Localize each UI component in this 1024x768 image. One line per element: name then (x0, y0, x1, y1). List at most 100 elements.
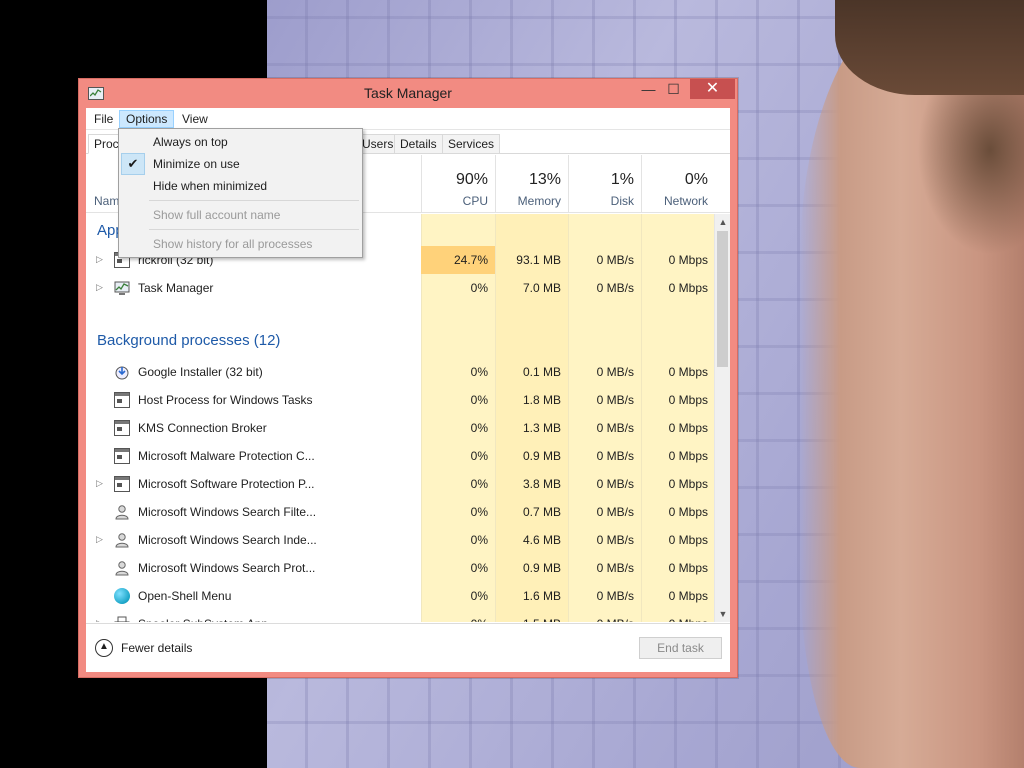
cpu-total-percent: 90% (455, 171, 488, 188)
fewer-details-link[interactable]: Fewer details (121, 641, 192, 655)
network-total-percent: 0% (684, 171, 708, 188)
column-network-header[interactable]: 0% Network (641, 155, 715, 213)
scroll-down-arrow-icon[interactable]: ▼ (715, 606, 731, 622)
menu-view[interactable]: View (176, 110, 214, 128)
menu-item-always-on-top[interactable]: Always on top (119, 131, 362, 153)
window-icon (114, 476, 130, 492)
process-network: 0 Mbps (668, 253, 708, 267)
column-name-header[interactable]: Nam (94, 194, 119, 208)
process-disk: 0 MB/s (596, 477, 634, 491)
process-memory: 3.8 MB (522, 477, 561, 491)
menu-bar: File Options View (86, 108, 730, 130)
process-row[interactable]: Open-Shell Menu 0% 1.6 MB 0 MB/s 0 Mbps (86, 582, 714, 610)
process-network: 0 Mbps (668, 281, 708, 295)
process-memory: 7.0 MB (522, 281, 561, 295)
process-disk: 0 MB/s (596, 393, 634, 407)
process-row[interactable]: ▷ Task Manager 0% 7.0 MB 0 MB/s 0 Mbps (86, 274, 714, 302)
process-cpu: 0% (470, 533, 488, 547)
process-memory: 93.1 MB (516, 253, 561, 267)
process-cpu: 0% (470, 561, 488, 575)
process-name: Microsoft Windows Search Inde... (138, 533, 317, 547)
scroll-up-arrow-icon[interactable]: ▲ (715, 214, 731, 230)
process-row[interactable]: ▷ Microsoft Windows Search Inde... 0% 4.6 M… (86, 526, 714, 554)
expand-arrow-icon[interactable]: ▷ (96, 254, 103, 265)
process-disk: 0 MB/s (596, 421, 634, 435)
process-cpu: 0% (470, 365, 488, 379)
process-name: Task Manager (138, 281, 214, 295)
disk-total-percent: 1% (610, 171, 634, 188)
process-row[interactable]: ▷ Spooler SubSystem App 0% 1.5 MB 0 MB/s 0 Mb… (86, 610, 714, 622)
menu-item-show-history: Show history for all processes (153, 237, 313, 251)
menu-item-minimize-on-use[interactable]: Minimize on use (119, 153, 362, 175)
process-network: 0 Mbps (668, 421, 708, 435)
user-icon (114, 504, 130, 520)
process-name: Open-Shell Menu (138, 589, 232, 603)
expand-arrow-icon[interactable]: ▷ (96, 282, 103, 293)
process-network: 0 Mbps (641, 617, 708, 622)
process-disk: 0 MB/s (596, 561, 634, 575)
expand-arrow-icon[interactable]: ▷ (96, 534, 103, 545)
close-button[interactable]: ✕ (690, 79, 735, 99)
chevron-up-icon[interactable]: ▲ (95, 639, 113, 657)
process-memory: 0.7 MB (522, 505, 561, 519)
process-network: 0 Mbps (668, 477, 708, 491)
process-name: Spooler SubSystem App (138, 617, 268, 622)
process-memory: 1.6 MB (522, 589, 561, 603)
menu-file[interactable]: File (88, 110, 119, 128)
tab-services[interactable]: Services (442, 134, 501, 154)
process-disk: 0 MB/s (568, 617, 634, 622)
process-row[interactable]: Microsoft Malware Protection C... 0% 0.9 M… (86, 442, 714, 470)
scroll-thumb[interactable] (717, 231, 728, 367)
process-network: 0 Mbps (668, 561, 708, 575)
process-disk: 0 MB/s (596, 281, 634, 295)
process-network: 0 Mbps (668, 449, 708, 463)
process-row[interactable]: KMS Connection Broker 0% 1.3 MB 0 MB/s 0 Mbp… (86, 414, 714, 442)
user-icon (114, 560, 130, 576)
process-row[interactable]: Google Installer (32 bit) 0% 0.1 MB 0 MB/s 0… (86, 358, 714, 386)
process-list: App Background processes (12) ▷ rickroll … (86, 214, 714, 622)
user-icon (114, 532, 130, 548)
menu-options[interactable]: Options (119, 110, 175, 128)
process-name: Microsoft Windows Search Prot... (138, 561, 316, 575)
process-row[interactable]: ▷ Microsoft Software Protection P... 0% 3.8… (86, 470, 714, 498)
process-disk: 0 MB/s (596, 449, 634, 463)
title-bar[interactable]: Task Manager — ☐ ✕ (79, 79, 737, 107)
menu-separator (149, 229, 359, 230)
network-column-label: Network (663, 194, 708, 208)
options-menu: Always on top ✔ Minimize on use Hide whe… (118, 128, 363, 258)
process-disk: 0 MB/s (596, 533, 634, 547)
vertical-scrollbar[interactable]: ▲ ▼ (714, 214, 730, 622)
process-cpu: 0% (470, 505, 488, 519)
process-memory: 0.1 MB (522, 365, 561, 379)
task-manager-icon (114, 280, 130, 296)
process-memory: 4.6 MB (522, 533, 561, 547)
process-memory: 0.9 MB (522, 561, 561, 575)
process-row[interactable]: Microsoft Windows Search Filte... 0% 0.7 M… (86, 498, 714, 526)
expand-arrow-icon[interactable]: ▷ (96, 478, 103, 489)
column-disk-header[interactable]: 1% Disk (568, 155, 641, 213)
tab-details[interactable]: Details (394, 134, 443, 154)
expand-arrow-icon[interactable]: ▷ (96, 618, 103, 622)
memory-column-label: Memory (517, 194, 561, 208)
process-disk: 0 MB/s (596, 253, 634, 267)
process-name: Google Installer (32 bit) (138, 365, 263, 379)
process-name: KMS Connection Broker (138, 421, 267, 435)
process-cpu: 0% (470, 281, 488, 295)
process-memory: 0.9 MB (522, 449, 561, 463)
wallpaper-hair (835, 0, 1024, 95)
process-name: Microsoft Software Protection P... (138, 477, 315, 491)
installer-icon (114, 364, 130, 380)
wallpaper-face (800, 0, 1024, 768)
maximize-button[interactable]: ☐ (661, 79, 686, 99)
process-disk: 0 MB/s (596, 589, 634, 603)
process-name: Microsoft Windows Search Filte... (138, 505, 317, 519)
end-task-button[interactable]: End task (639, 637, 722, 659)
process-cpu: 24.7% (453, 253, 488, 267)
column-memory-header[interactable]: 13% Memory (495, 155, 568, 213)
minimize-button[interactable]: — (636, 79, 661, 99)
process-row[interactable]: Microsoft Windows Search Prot... 0% 0.9 MB… (86, 554, 714, 582)
menu-item-hide-when-minimized[interactable]: Hide when minimized (119, 175, 362, 197)
process-row[interactable]: Host Process for Windows Tasks 0% 1.8 MB 0 … (86, 386, 714, 414)
process-cpu: 0% (470, 477, 488, 491)
column-cpu-header[interactable]: 90% CPU (421, 155, 495, 213)
